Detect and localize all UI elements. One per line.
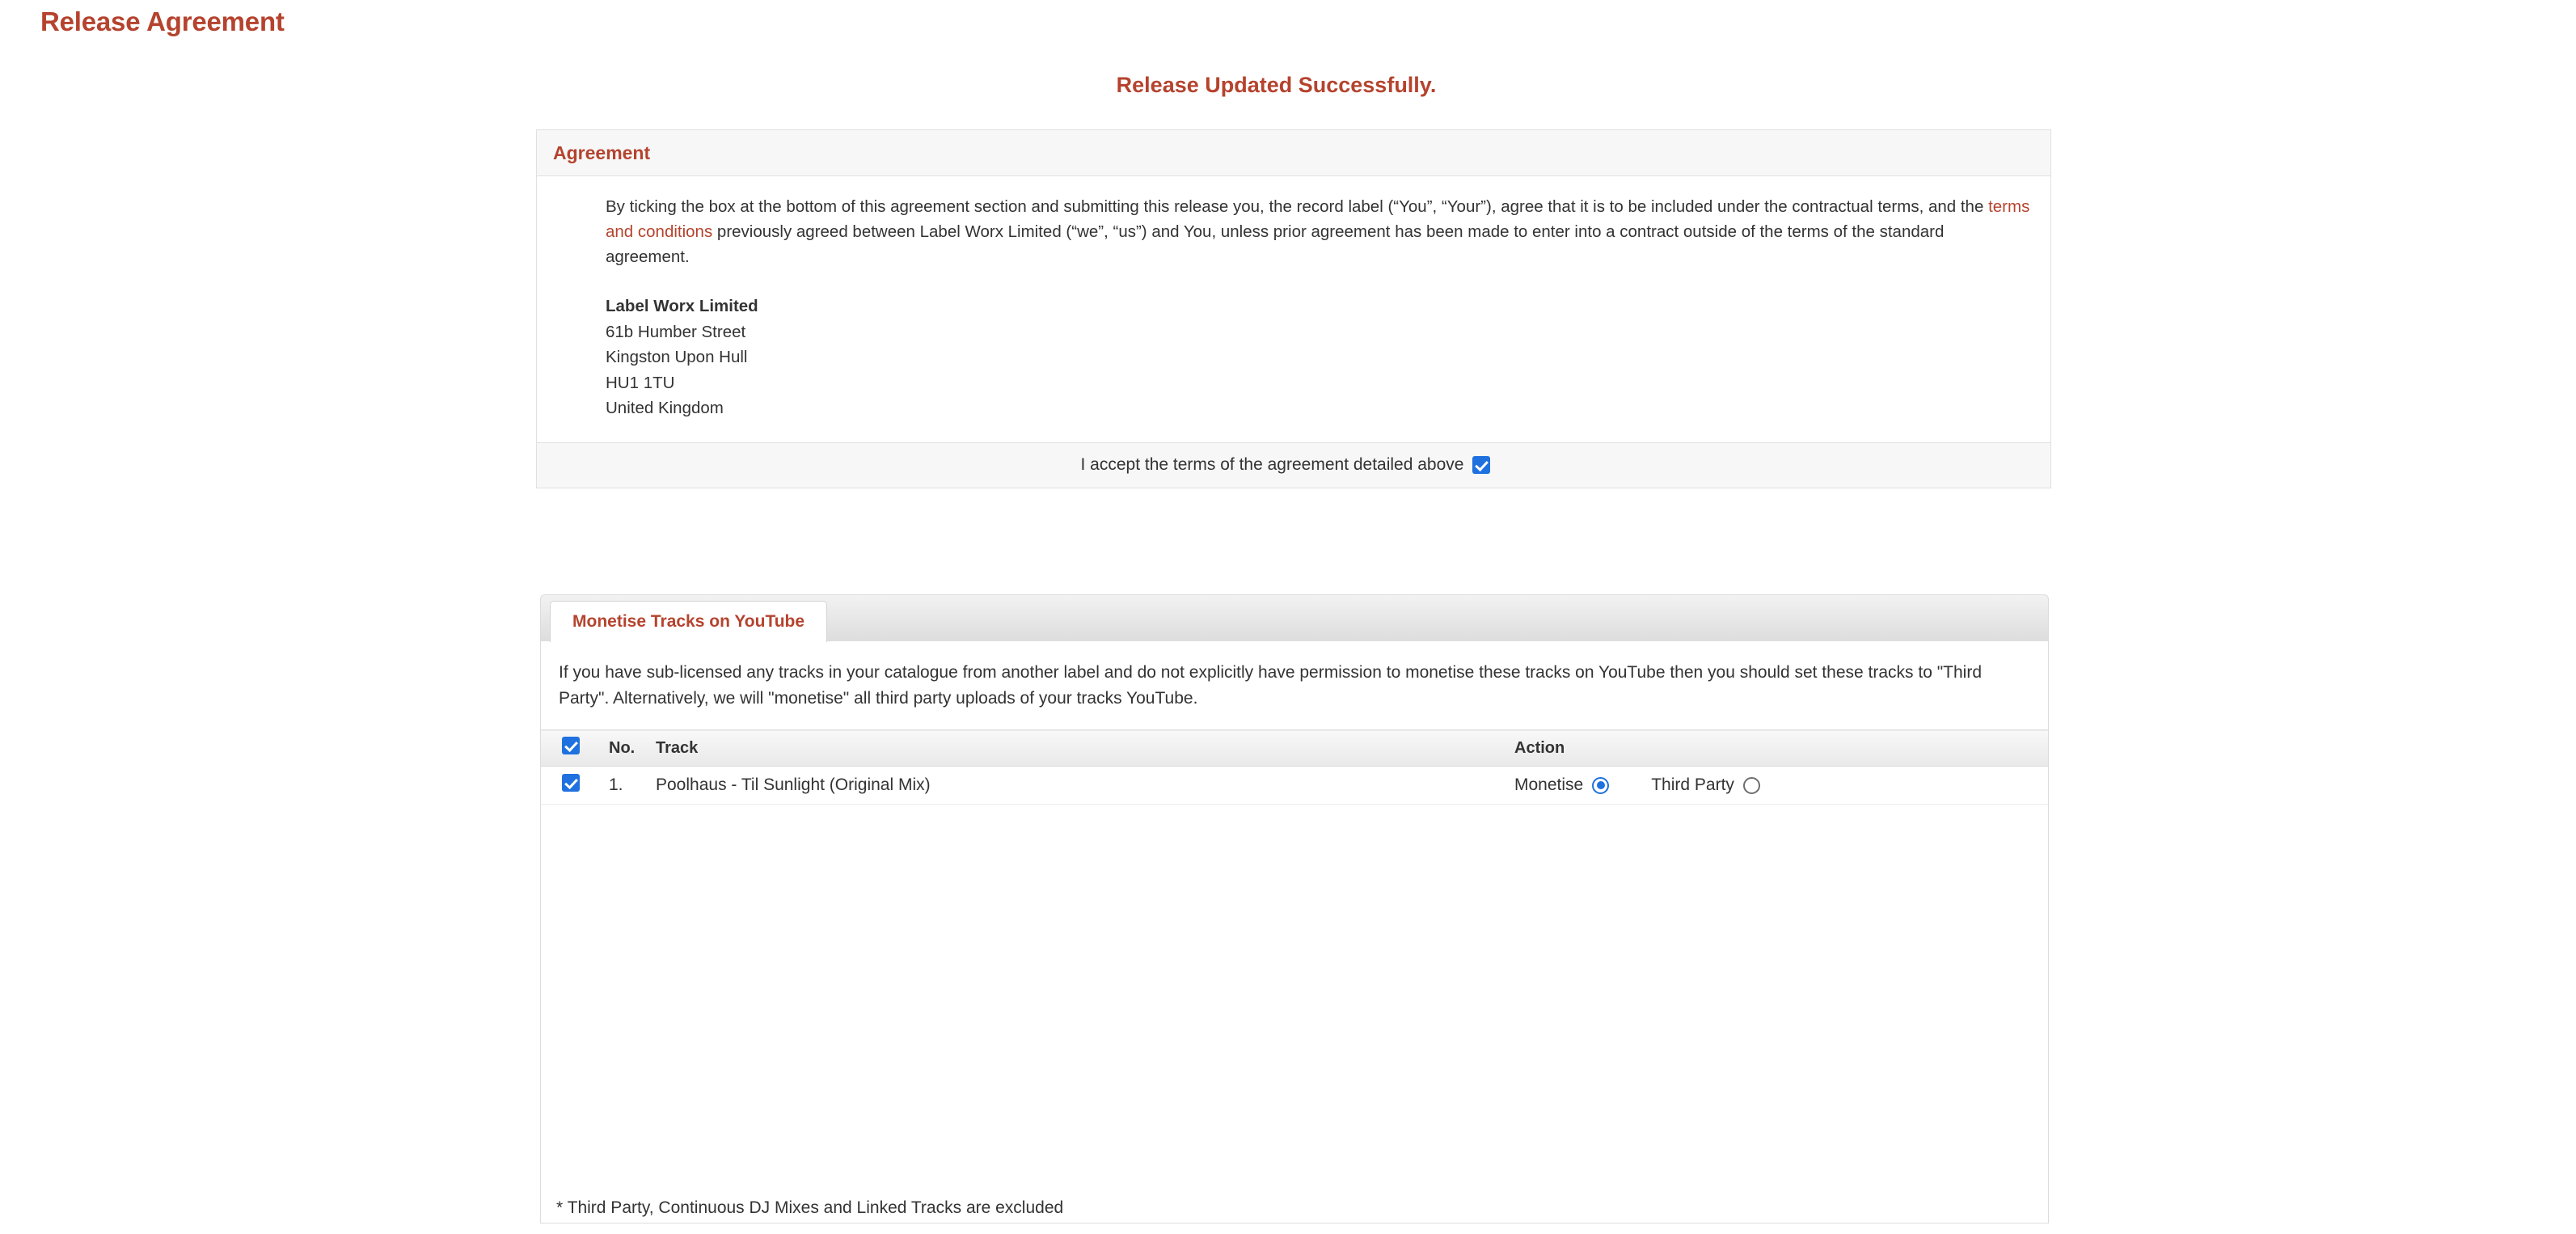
third-party-radio-label: Third Party: [1651, 775, 1734, 794]
monetise-description: If you have sub-licensed any tracks in y…: [559, 663, 1983, 708]
address-country: United Kingdom: [606, 399, 724, 417]
tracks-table-empty-space: [541, 805, 2048, 1185]
tracks-table-header-row: No. Track Action: [541, 729, 2048, 767]
tracks-table: No. Track Action 1. Poolhaus - Til Sunli…: [541, 729, 2048, 805]
agreement-accept-bar: I accept the terms of the agreement deta…: [536, 442, 2051, 488]
agreement-panel-body: By ticking the box at the bottom of this…: [536, 176, 2051, 443]
table-row: 1. Poolhaus - Til Sunlight (Original Mix…: [541, 766, 2048, 805]
monetise-radio-label: Monetise: [1514, 775, 1584, 794]
agreement-accept-group: I accept the terms of the agreement deta…: [1081, 455, 1491, 475]
tracks-table-body: 1. Poolhaus - Til Sunlight (Original Mix…: [541, 766, 2048, 805]
monetise-tab-content: If you have sub-licensed any tracks in y…: [540, 641, 2049, 1223]
accept-terms-checkbox[interactable]: [1472, 456, 1491, 474]
action-radio-group: Monetise Third Party: [1514, 775, 2048, 795]
success-message-bar: Release Updated Successfully.: [0, 73, 2576, 98]
exclusions-footnote: * Third Party, Continuous DJ Mixes and L…: [556, 1198, 1064, 1217]
header-track: Track: [656, 738, 699, 757]
row-select-cell: [541, 766, 609, 805]
address-line-2: Kingston Upon Hull: [606, 348, 748, 366]
monetise-radio[interactable]: [1592, 776, 1610, 794]
tab-label: Monetise Tracks on YouTube: [572, 612, 805, 631]
tracks-table-head: No. Track Action: [541, 729, 2048, 767]
page-title: Release Agreement: [40, 6, 285, 36]
address-postcode: HU1 1TU: [606, 373, 675, 392]
select-all-checkbox[interactable]: [562, 737, 580, 754]
header-no: No.: [609, 738, 636, 757]
accept-terms-label: I accept the terms of the agreement deta…: [1080, 455, 1464, 474]
select-all-header-cell: [541, 730, 609, 767]
tab-bar: Monetise Tracks on YouTube: [540, 594, 2049, 642]
agreement-panel: Agreement By ticking the box at the bott…: [536, 129, 2051, 488]
monetise-tabs-panel: Monetise Tracks on YouTube If you have s…: [540, 594, 2049, 1223]
label-worx-address: Label Worx Limited 61b Humber Street Kin…: [606, 294, 2031, 421]
agreement-panel-title: Agreement: [553, 142, 651, 163]
tab-monetise-tracks-on-youtube[interactable]: Monetise Tracks on YouTube: [550, 601, 828, 642]
row-track-title: Poolhaus - Til Sunlight (Original Mix): [656, 766, 1514, 805]
agreement-panel-header: Agreement: [536, 129, 2051, 176]
agreement-paragraph-part2: previously agreed between Label Worx Lim…: [606, 222, 1945, 266]
row-number: 1.: [609, 766, 656, 805]
third-party-radio[interactable]: [1742, 776, 1760, 794]
address-line-1: 61b Humber Street: [606, 322, 746, 341]
address-company: Label Worx Limited: [606, 297, 758, 315]
header-action: Action: [1514, 738, 1565, 757]
row-checkbox[interactable]: [562, 774, 580, 792]
success-message-text: Release Updated Successfully.: [1116, 73, 1437, 97]
agreement-paragraph-part1: By ticking the box at the bottom of this…: [606, 197, 1989, 216]
row-action-cell: Monetise Third Party: [1514, 766, 2048, 805]
agreement-paragraph: By ticking the box at the bottom of this…: [606, 194, 2030, 269]
